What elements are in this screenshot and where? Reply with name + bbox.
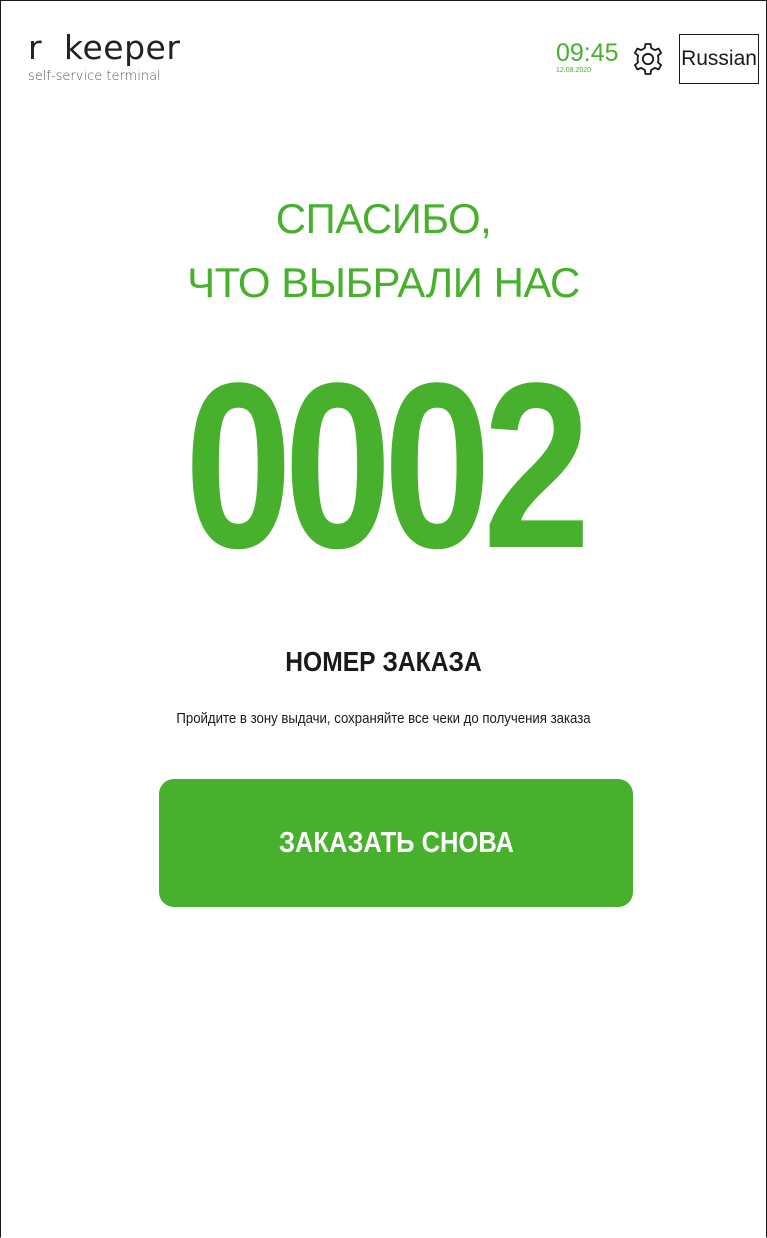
kiosk-screen: r keeper self-service terminal 09:45 12.… [0,0,767,1238]
clock-date: 12.08.2020 [556,67,592,74]
thank-you-heading: СПАСИБО, ЧТО ВЫБРАЛИ НАС [1,187,766,315]
gear-icon-graphic [634,43,662,75]
logo-subtitle: self-service terminal [28,69,161,84]
logo: r keeper self-service terminal [28,31,180,84]
pickup-instruction: Пройдите в зону выдачи, сохраняйте все ч… [176,710,591,727]
language-button[interactable]: Russian [679,34,759,84]
logo-title: r keeper [28,28,181,67]
order-again-button[interactable]: ЗАКАЗАТЬ СНОВА [159,779,633,907]
clock: 09:45 12.08.2020 [556,39,619,75]
clock-time: 09:45 [556,39,619,67]
order-number: 0002 [184,334,591,598]
order-again-label: ЗАКАЗАТЬ СНОВА [278,827,514,859]
thank-you-line-1: СПАСИБО, [275,195,492,242]
order-number-label: НОМЕР ЗАКАЗА [285,646,482,677]
thank-you-line-2: ЧТО ВЫБРАЛИ НАС [187,259,580,306]
gear-icon[interactable] [630,41,666,77]
